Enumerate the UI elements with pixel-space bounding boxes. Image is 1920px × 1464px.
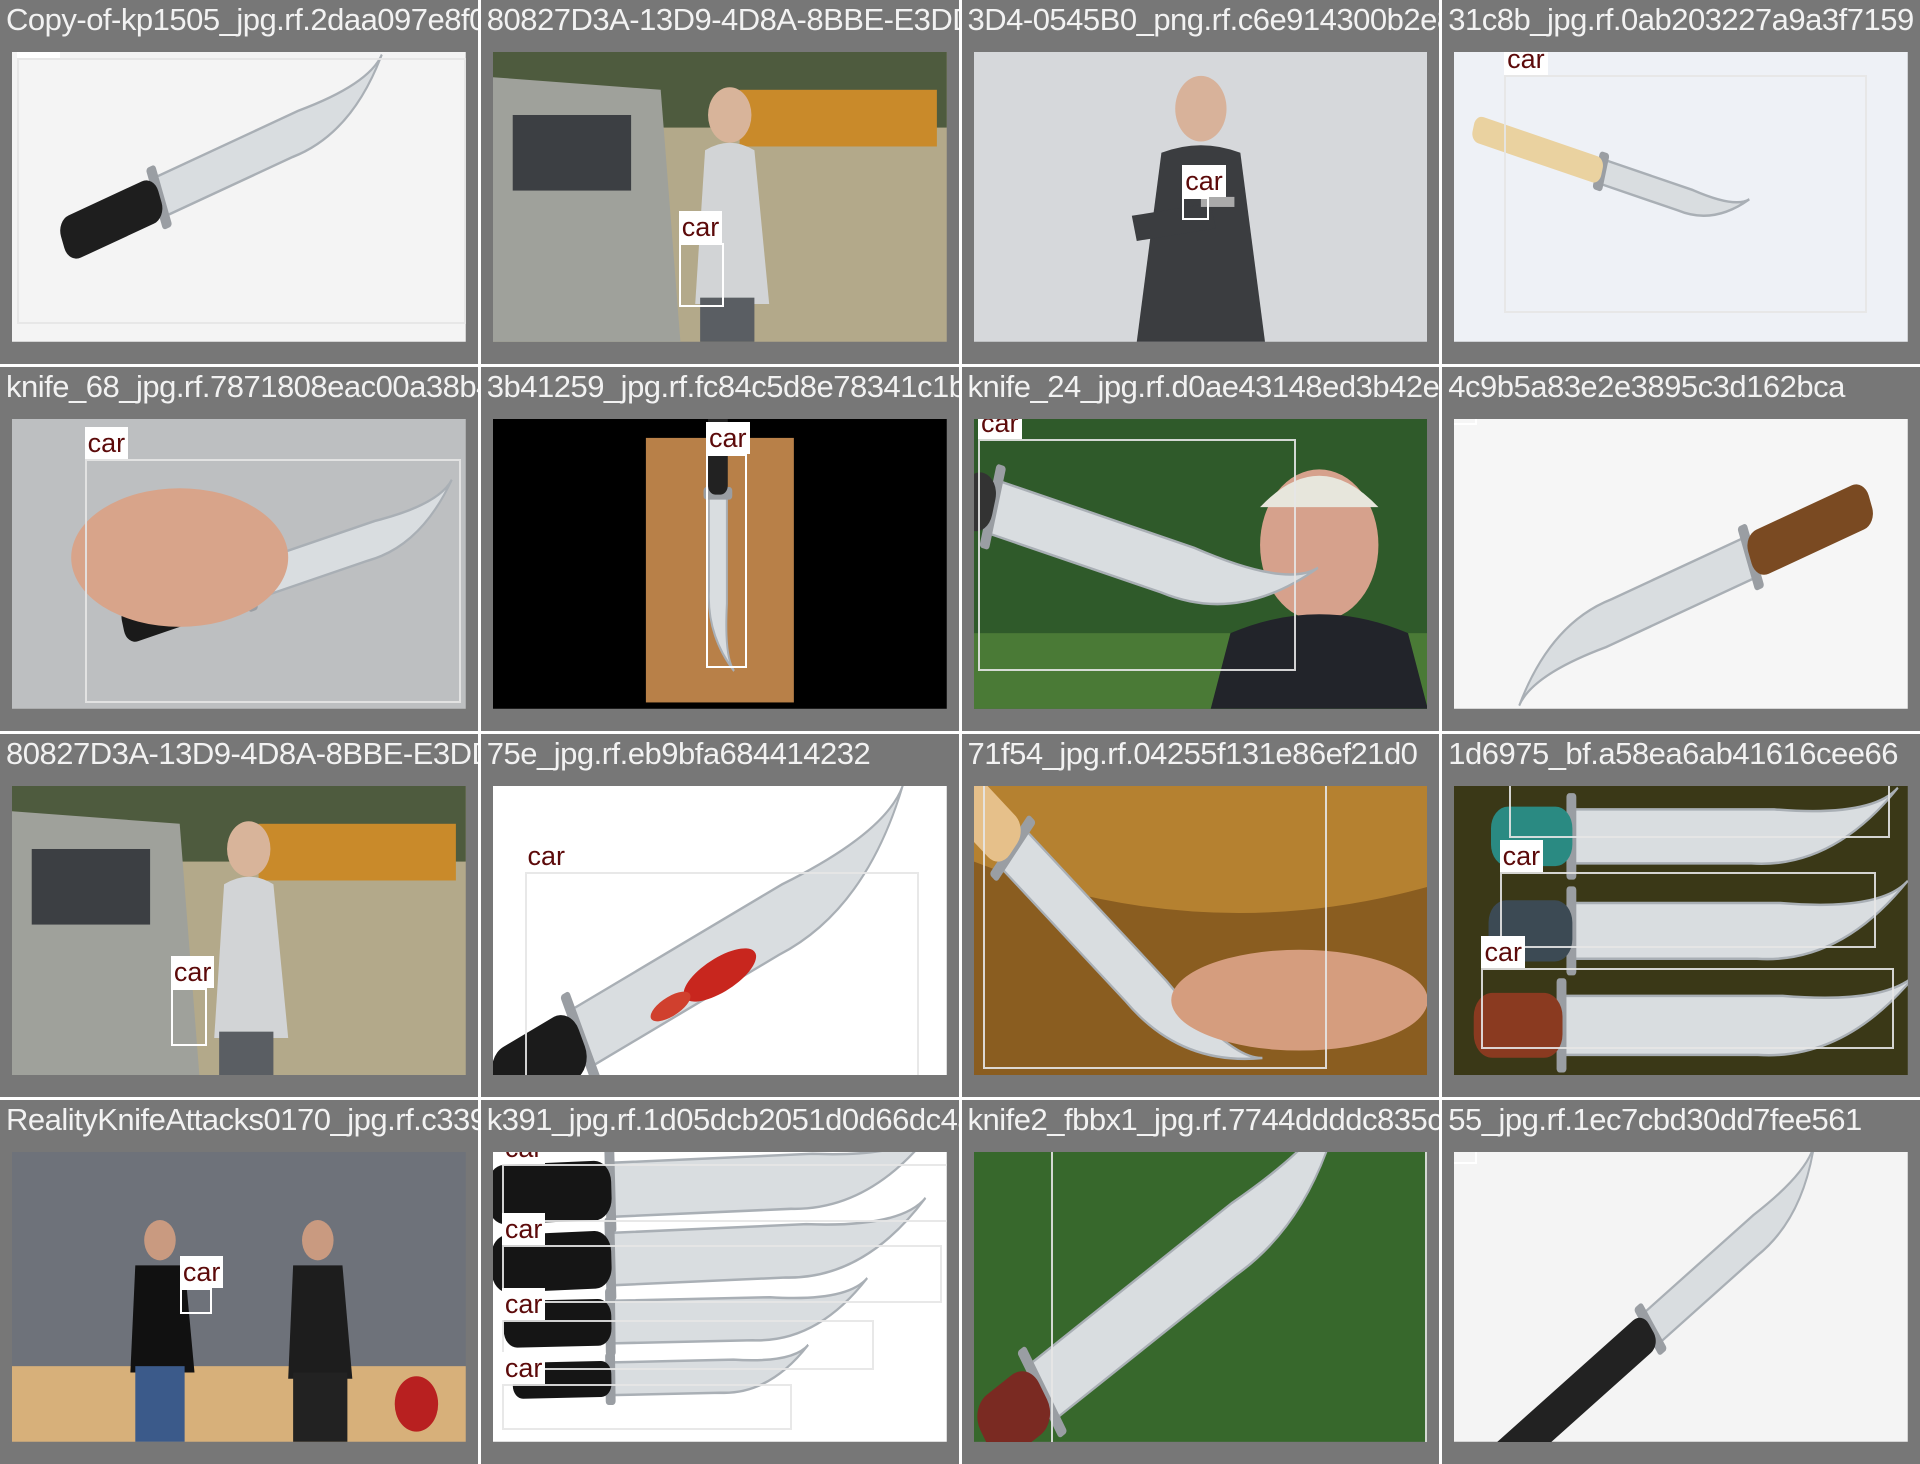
tile-filename: 55_jpg.rf.1ec7cbd30dd7fee561: [1448, 1102, 1862, 1138]
tile-photo: car: [973, 1152, 1428, 1442]
grid-tile: knife_24_jpg.rf.d0ae43148ed3b42e4 car: [961, 366, 1440, 731]
grid-tile: 71f54_jpg.rf.04255f131e86ef21d0 car: [961, 733, 1440, 1098]
tile-photo: carcarcar: [1454, 785, 1908, 1076]
detection-box: car: [978, 418, 1296, 671]
detection-box: car: [1508, 785, 1890, 838]
grid-tile: k391_jpg.rf.1d05dcb2051d0d66dc4af2 car ca…: [480, 1100, 959, 1464]
detection-box: car: [1481, 936, 1895, 1050]
grid-tile: Copy-of-kp1505_jpg.rf.2daa097e8f0686d00a…: [0, 0, 478, 364]
detection-label: car: [501, 1212, 546, 1245]
tile-photo: car: [1454, 418, 1908, 709]
detection-label: car: [678, 211, 723, 244]
detection-box: car: [1454, 418, 1477, 425]
tile-filename: RealityKnifeAttacks0170_jpg.rf.c3391_jpg…: [6, 1102, 478, 1138]
tile-photo: car: [973, 785, 1428, 1076]
tile-filename: 71f54_jpg.rf.04255f131e86ef21d0: [967, 735, 1418, 771]
tile-filename: 1d6975_bf.a58ea6ab41616cee66: [1448, 735, 1898, 771]
tile-filename: 3b41259_jpg.rf.fc84c5d8e78341c1b0b8: [486, 368, 959, 404]
tile-filename: 80827D3A-13D9-4D8A-8BBE-E3DD90545B0_png.…: [486, 2, 959, 37]
detection-label: car: [501, 1152, 546, 1164]
photo-illustration: [1454, 1152, 1908, 1442]
photo-illustration: [1454, 418, 1908, 709]
detection-box: car: [501, 1152, 947, 1222]
tile-photo: car: [12, 52, 466, 342]
tile-photo: car: [973, 418, 1428, 709]
tile-photo: car: [492, 52, 947, 342]
detection-label: car: [84, 427, 129, 460]
detection-box: car: [1504, 52, 1868, 313]
detection-box: car: [706, 421, 750, 668]
detection-box: car: [501, 1288, 874, 1370]
detection-box: car: [1499, 840, 1877, 948]
grid-tile: 31c8b_jpg.rf.0ab203227a9a3f7159 car: [1442, 0, 1920, 364]
grid-tile: 80827D3A-13D9-4D8A-8BBE-E3DD90545B0_png.…: [0, 733, 478, 1098]
grid-tile: knife2_fbbx1_jpg.rf.7744ddddc835c5f9b0 c…: [961, 1100, 1440, 1464]
photo-illustration: [12, 785, 466, 1076]
tile-photo: car: [12, 1152, 466, 1442]
tile-photo: car: [12, 785, 466, 1076]
grid-tile: knife_68_jpg.rf.7871808eac00a38b41259_jp…: [0, 366, 478, 731]
detection-box: car: [170, 956, 215, 1047]
detection-label: car: [978, 418, 1022, 440]
tile-filename: k391_jpg.rf.1d05dcb2051d0d66dc4af2: [486, 1102, 959, 1138]
photo-illustration: [12, 1152, 466, 1442]
tile-filename: knife_68_jpg.rf.7871808eac00a38b41259_jp…: [6, 368, 478, 404]
grid-tile: RealityKnifeAttacks0170_jpg.rf.c3391_jpg…: [0, 1100, 478, 1464]
tile-filename: 80827D3A-13D9-4D8A-8BBE-E3DD90545B0_png.…: [6, 735, 478, 771]
detection-box: car: [1182, 164, 1226, 221]
tile-filename: 3D4-0545B0_png.rf.c6e914300b2e8c38b5f0a: [967, 2, 1440, 37]
tile-filename: 75e_jpg.rf.eb9bfa684414232: [486, 735, 871, 771]
grid-tile: 3D4-0545B0_png.rf.c6e914300b2e8c38b5f0ac…: [961, 0, 1440, 364]
grid-tile: 3b41259_jpg.rf.fc84c5d8e78341c1b0b8 car: [480, 366, 959, 731]
detection-label: car: [1182, 164, 1226, 197]
tile-photo: car: [492, 785, 947, 1076]
detection-label: car: [179, 1256, 224, 1289]
detection-label: car: [16, 52, 61, 58]
grid-tile: 80827D3A-13D9-4D8A-8BBE-E3DD90545B0_png.…: [480, 0, 959, 364]
detection-box: car: [524, 840, 920, 1076]
tile-filename: 4c9b5a83e2e3895c3d162bca: [1448, 368, 1845, 404]
detection-label: car: [1499, 840, 1544, 873]
detection-box: car: [501, 1352, 793, 1431]
grid-tile: 55_jpg.rf.1ec7cbd30dd7fee561 car: [1442, 1100, 1920, 1464]
detection-box: car: [179, 1256, 224, 1315]
tile-photo: car car car car: [492, 1152, 947, 1442]
tile-filename: knife2_fbbx1_jpg.rf.7744ddddc835c5f9b0: [967, 1102, 1440, 1138]
grid-tile: 75e_jpg.rf.eb9bfa684414232 car: [480, 733, 959, 1098]
detection-label: car: [1481, 936, 1525, 969]
tile-filename: 31c8b_jpg.rf.0ab203227a9a3f7159: [1448, 2, 1914, 37]
detection-box: car: [1050, 1152, 1428, 1442]
tile-photo: car: [973, 52, 1428, 342]
tile-filename: knife_24_jpg.rf.d0ae43148ed3b42e4: [967, 368, 1440, 404]
detection-label: car: [1504, 52, 1548, 76]
grid-tile: 4c9b5a83e2e3895c3d162bca car: [1442, 366, 1920, 731]
detection-label: car: [524, 840, 569, 873]
tile-photo: car: [492, 418, 947, 709]
detection-label: car: [501, 1288, 546, 1321]
detection-label: car: [706, 421, 750, 454]
detection-box: car: [982, 785, 1328, 1070]
image-grid: Copy-of-kp1505_jpg.rf.2daa097e8f0686d00a…: [0, 0, 1920, 1464]
tile-filename: Copy-of-kp1505_jpg.rf.2daa097e8f0686d00a: [6, 2, 478, 37]
tile-photo: car: [1454, 1152, 1908, 1442]
detection-box: car: [1454, 1152, 1477, 1164]
detection-box: car: [84, 427, 462, 703]
tile-photo: car: [12, 418, 466, 709]
detection-label: car: [170, 956, 215, 989]
detection-box: car: [678, 211, 725, 307]
detection-label: car: [501, 1352, 546, 1385]
grid-tile: 1d6975_bf.a58ea6ab41616cee66 carcarcar: [1442, 733, 1920, 1098]
detection-box: car: [501, 1212, 942, 1303]
detection-box: car: [16, 52, 466, 325]
tile-photo: car: [1454, 52, 1908, 342]
